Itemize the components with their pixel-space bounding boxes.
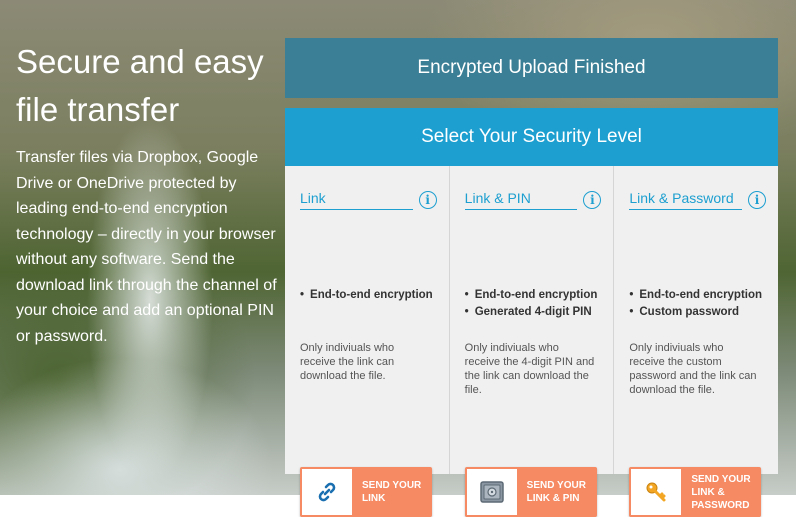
option-description: Only indiviuals who receive the custom p… [629,342,757,396]
link-icon [318,482,336,502]
option-description: Only indiviuals who receive the 4-digit … [464,342,595,396]
feature-item: Generated 4-digit PIN [465,304,598,321]
option-link-password: Link & Password i End-to-end encryption … [614,166,778,517]
feature-item: End-to-end encryption [629,287,762,304]
feature-item: End-to-end encryption [465,287,598,304]
send-button-label: Send your link & PIN [526,480,586,504]
send-button-label: Send your link & password [691,473,751,511]
option-link-pin: Link & PIN i End-to-end encryption Gener… [450,166,615,517]
send-link-pin-button[interactable]: Send your link & PIN [464,467,597,517]
panel-title: Select Your Security Level [285,108,778,166]
info-icon[interactable]: i [418,191,437,209]
key-icon [646,482,666,502]
info-icon[interactable]: i [583,191,602,209]
hero-title: Secure and easy file transfer [16,43,264,128]
send-button-label: Send your link [362,480,422,504]
send-link-password-button[interactable]: Send your link & password [629,467,762,517]
send-link-button[interactable]: Send your link [300,467,432,517]
security-level-panel: Select Your Security Level Link i End-to… [285,108,778,517]
feature-item: Custom password [629,304,762,321]
option-title[interactable]: Link & Password [629,190,743,210]
upload-status-bar: Encrypted Upload Finished [285,38,778,98]
option-title[interactable]: Link [300,190,413,210]
hero-description: Transfer files via Dropbox, Google Drive… [16,149,277,345]
option-link: Link i End-to-end encryption Only indivi… [285,166,450,517]
feature-item: End-to-end encryption [300,287,433,304]
safe-icon [479,481,504,503]
info-icon[interactable]: i [748,191,767,209]
option-title[interactable]: Link & PIN [464,190,578,210]
option-description: Only indiviuals who receive the link can… [300,342,395,382]
